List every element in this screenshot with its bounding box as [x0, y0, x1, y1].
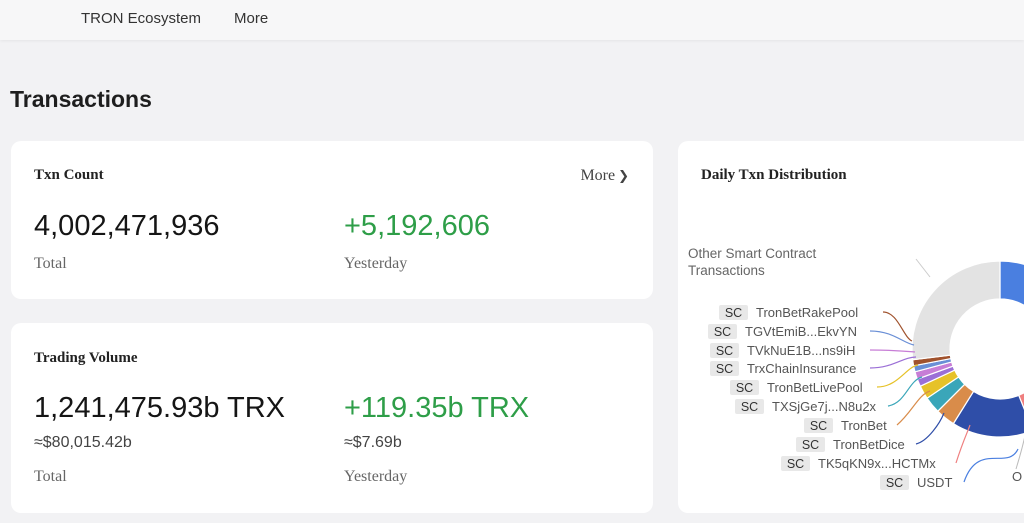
- txn-count-total-label: Total: [34, 255, 67, 272]
- trading-volume-total-approx: ≈$80,015.42b: [34, 434, 132, 451]
- sc-badge-text-tgvtemib-ekvyn: SC: [714, 325, 731, 339]
- other-leader-line: [915, 258, 931, 278]
- donut-slice-other: [911, 260, 1001, 361]
- contract-label-tronbetrakepool: TronBetRakePool: [756, 305, 858, 320]
- daily-txn-distribution-card: Daily Txn Distribution Other Smart Contr…: [678, 141, 1024, 513]
- chevron-right-icon: ❯: [618, 169, 629, 184]
- nav-more[interactable]: More: [234, 10, 268, 27]
- top-navigation: TRON Ecosystem More: [0, 0, 1024, 40]
- leader-line-1: [869, 330, 915, 346]
- txn-count-more-link[interactable]: More ❯: [580, 167, 629, 185]
- leader-line-8: [955, 424, 971, 464]
- other-contracts-label-line2: Transactions: [688, 263, 765, 278]
- trading-volume-title: Trading Volume: [34, 350, 138, 366]
- sc-badge-text-tvknue1b-ns9ih: SC: [716, 344, 733, 358]
- sc-badge-text-usdt: SC: [886, 476, 903, 490]
- txn-count-yesterday-value: +5,192,606: [344, 210, 490, 242]
- sc-badge-text-trxchaininsurance: SC: [716, 362, 733, 376]
- page-title: Transactions: [10, 86, 152, 112]
- leader-line-3: [869, 356, 917, 369]
- txn-count-total-value: 4,002,471,936: [34, 210, 220, 242]
- leader-line-0: [882, 311, 913, 342]
- leader-line-7: [915, 412, 945, 445]
- contract-label-tgvtemib-ekvyn: TGVtEmiB...EkvYN: [745, 324, 857, 339]
- trading-volume-yesterday-approx: ≈$7.69b: [344, 434, 402, 451]
- contract-label-usdt: USDT: [917, 475, 952, 490]
- trading-volume-card: Trading Volume 1,241,475.93b TRX ≈$80,01…: [11, 323, 653, 513]
- sc-badge-text-tronbet: SC: [810, 419, 827, 433]
- contract-label-txsjge7j-n8u2x: TXSjGe7j...N8u2x: [772, 399, 877, 414]
- contract-label-tronbetlivepool: TronBetLivePool: [767, 380, 863, 395]
- distribution-donut-chart: Other Smart Contract Transactions SC TronBe…: [688, 246, 1024, 490]
- contract-label-tk5qkn9x-hctmx: TK5qKN9x...HCTMx: [818, 456, 936, 471]
- trading-volume-total-label: Total: [34, 468, 67, 485]
- more-link-label: More: [580, 167, 616, 184]
- other-contracts-label: Other Smart Contract: [688, 246, 817, 261]
- donut-slice-usdt: [999, 260, 1024, 306]
- contract-label-tronbet: TronBet: [841, 418, 887, 433]
- leader-line-2: [869, 349, 916, 353]
- contract-label-trxchaininsurance: TrxChainInsurance: [747, 361, 856, 376]
- sc-badge-text-tronbetrakepool: SC: [725, 306, 742, 320]
- trading-volume-yesterday-value: +119.35b TRX: [344, 392, 530, 424]
- contract-label-tvknue1b-ns9ih: TVkNuE1B...ns9iH: [747, 343, 855, 358]
- leader-line-9: [963, 448, 1019, 483]
- sc-badge-text-txsjge7j-n8u2x: SC: [741, 400, 758, 414]
- txn-count-card: Txn Count More ❯ 4,002,471,936 Total +5,1…: [11, 141, 653, 299]
- sc-badge-text-tronbetlivepool: SC: [736, 381, 753, 395]
- trading-volume-yesterday-label: Yesterday: [344, 468, 408, 485]
- txn-count-yesterday-label: Yesterday: [344, 255, 408, 272]
- right-edge-label: O: [1012, 469, 1022, 484]
- trading-volume-total-value: 1,241,475.93b TRX: [34, 392, 285, 424]
- txn-count-title: Txn Count: [34, 167, 104, 183]
- contract-label-tronbetdice: TronBetDice: [833, 437, 905, 452]
- sc-badge-text-tk5qkn9x-hctmx: SC: [787, 457, 804, 471]
- sc-badge-text-tronbetdice: SC: [802, 438, 819, 452]
- nav-tron-ecosystem[interactable]: TRON Ecosystem: [81, 10, 201, 27]
